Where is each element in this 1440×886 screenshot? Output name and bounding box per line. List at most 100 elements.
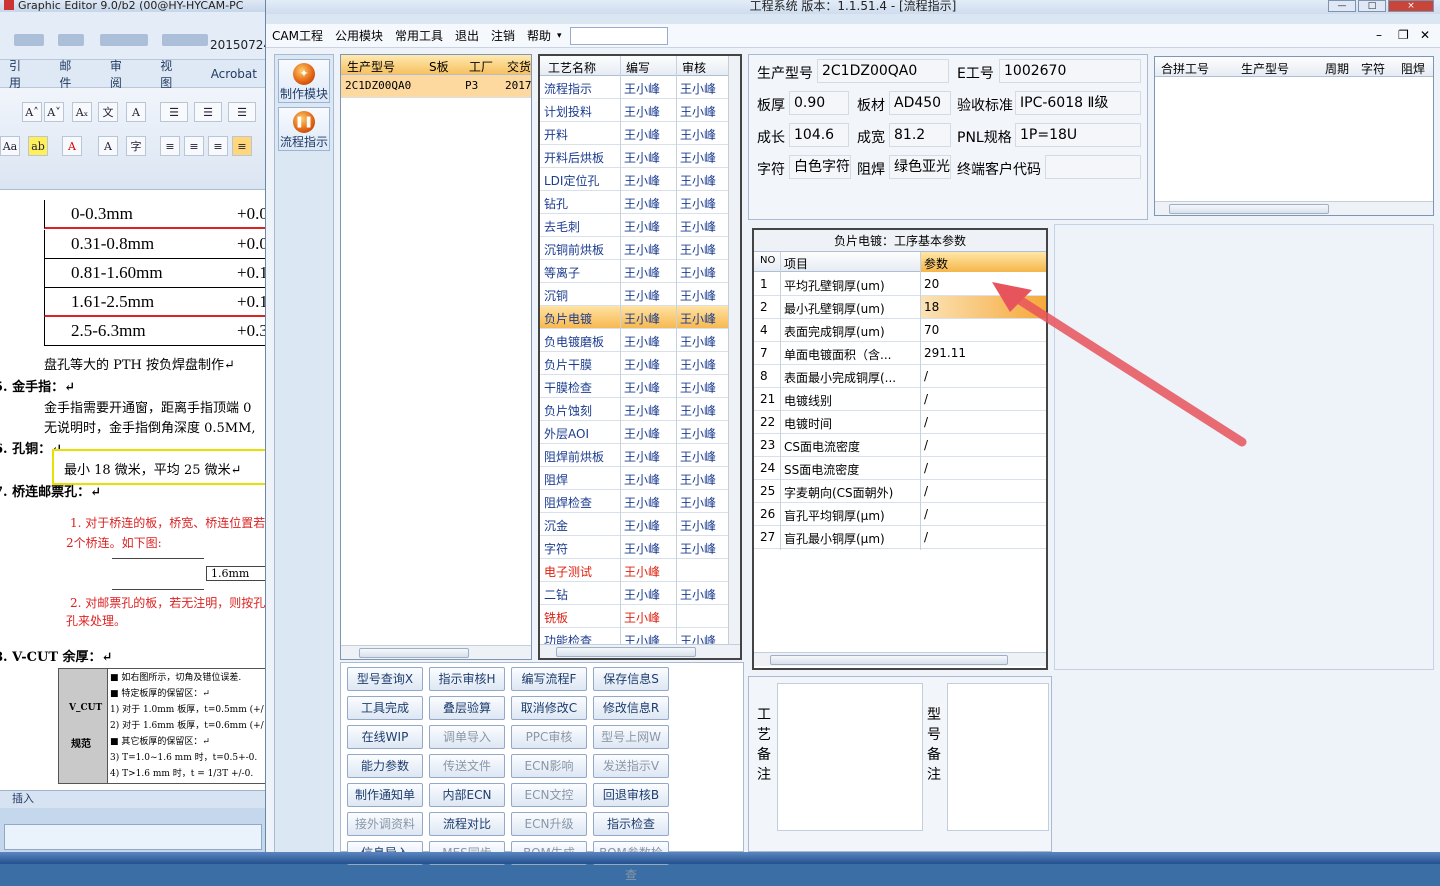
table-row[interactable]: 沉铜前烘板 王小峰 王小峰 — [540, 237, 728, 260]
word-bottom-field[interactable] — [4, 824, 262, 850]
table-row[interactable]: 27 盲孔最小铜厚(μm) / — [754, 526, 1046, 549]
col-header[interactable]: 工厂 — [469, 58, 493, 75]
col-header[interactable]: 交货 — [507, 58, 531, 75]
action-button[interactable]: 内部ECN — [429, 783, 505, 807]
action-button[interactable]: 保存信息S — [593, 667, 669, 691]
eno-field[interactable]: 1002670 — [999, 59, 1141, 83]
action-button[interactable]: 回退审核B — [593, 783, 669, 807]
phonetic-icon[interactable]: 文 — [98, 102, 118, 122]
table-row[interactable]: 沉铜 王小峰 王小峰 — [540, 283, 728, 306]
table-row[interactable]: 开料后烘板 王小峰 王小峰 — [540, 145, 728, 168]
action-button[interactable]: PPC审核 — [511, 725, 587, 749]
table-row[interactable]: 26 盲孔平均铜厚(μm) / — [754, 503, 1046, 526]
col-header[interactable]: 工艺名称 — [548, 59, 596, 76]
table-row[interactable]: 二钻 王小峰 王小峰 — [540, 582, 728, 605]
col-header[interactable]: 字符 — [1361, 60, 1385, 77]
shrink-font-icon[interactable]: A˅ — [44, 102, 64, 122]
multilevel-icon[interactable]: ☰ — [228, 102, 256, 122]
menu-cam[interactable]: CAM工程 — [266, 27, 329, 44]
enclose-char-icon[interactable]: 字 — [126, 136, 146, 156]
action-button[interactable]: 制作通知单 — [347, 783, 423, 807]
tab-review[interactable]: 审阅 — [92, 57, 142, 91]
width-field[interactable]: 81.2 — [889, 123, 951, 147]
tab-mailings[interactable]: 邮件 — [41, 57, 91, 91]
material-field[interactable]: AD450 — [889, 91, 951, 115]
col-header[interactable]: 审核 — [682, 59, 706, 76]
menu-tools[interactable]: 常用工具 — [389, 27, 449, 44]
action-button[interactable]: ECN文控 — [511, 783, 587, 807]
menu-help[interactable]: 帮助 — [521, 27, 557, 44]
insert-mode[interactable]: 插入 — [12, 792, 34, 805]
font-color-icon[interactable]: A — [62, 136, 82, 156]
action-button[interactable]: 调单导入 — [429, 725, 505, 749]
menu-common[interactable]: 公用模块 — [329, 27, 389, 44]
action-button[interactable]: 发送指示V — [593, 754, 669, 778]
action-button[interactable]: 在线WIP — [347, 725, 423, 749]
align-left-icon[interactable]: ≡ — [160, 136, 180, 156]
table-row[interactable]: 钻孔 王小峰 王小峰 — [540, 191, 728, 214]
table-row[interactable]: 计划投料 王小峰 王小峰 — [540, 99, 728, 122]
menu-logout[interactable]: 注销 — [485, 27, 521, 44]
table-row[interactable]: 负片电镀 王小峰 王小峰 — [540, 306, 728, 329]
table-row[interactable]: 外层AOI 王小峰 王小峰 — [540, 421, 728, 444]
align-right-icon[interactable]: ≡ — [208, 136, 228, 156]
action-button[interactable]: 指示检查 — [593, 812, 669, 836]
scroll-thumb[interactable] — [1169, 204, 1329, 214]
table-row[interactable]: 电子测试 王小峰 — [540, 559, 728, 582]
scroll-thumb[interactable] — [556, 647, 696, 657]
standard-field[interactable]: IPC-6018 Ⅱ级 — [1015, 91, 1141, 115]
col-header[interactable]: 参数 — [924, 255, 948, 272]
nav-make-module[interactable]: ✦ 制作模块 — [278, 59, 330, 103]
action-button[interactable]: 接外调资料 — [347, 812, 423, 836]
numbering-icon[interactable]: ☰ — [194, 102, 222, 122]
grow-font-icon[interactable]: A˄ — [22, 102, 42, 122]
table-row[interactable]: LDI定位孔 王小峰 王小峰 — [540, 168, 728, 191]
process-vscroll[interactable] — [728, 56, 740, 644]
maximize-icon[interactable]: □ — [1358, 0, 1386, 12]
table-row[interactable]: 干膜检查 王小峰 王小峰 — [540, 375, 728, 398]
action-button[interactable]: 取消修改C — [511, 696, 587, 720]
table-row[interactable]: 沉金 王小峰 王小峰 — [540, 513, 728, 536]
justify-icon[interactable]: ≡ — [232, 136, 252, 156]
col-header[interactable]: 阻焊 — [1401, 60, 1425, 77]
col-header[interactable]: 周期 — [1325, 60, 1349, 77]
table-row[interactable]: 负片蚀刻 王小峰 王小峰 — [540, 398, 728, 421]
action-button[interactable]: 型号上网W — [593, 725, 669, 749]
table-row[interactable]: 流程指示 王小峰 王小峰 — [540, 76, 728, 99]
action-button[interactable]: 流程对比 — [429, 812, 505, 836]
col-header[interactable]: NO — [760, 255, 775, 266]
process-hscroll[interactable] — [540, 644, 740, 658]
table-row[interactable]: 25 字麦朝向(CS面朝外) / — [754, 480, 1046, 503]
table-row[interactable]: 阻焊前烘板 王小峰 王小峰 — [540, 444, 728, 467]
col-header[interactable]: 生产型号 — [347, 58, 395, 75]
action-button[interactable]: ECN升级 — [511, 812, 587, 836]
process-remark-field[interactable] — [777, 683, 923, 831]
scroll-thumb[interactable] — [770, 655, 1008, 665]
action-button[interactable]: 工具完成 — [347, 696, 423, 720]
orders-hscroll[interactable] — [341, 645, 531, 659]
bullets-icon[interactable]: ☰ — [160, 102, 188, 122]
col-header[interactable]: 合拼工号 — [1161, 60, 1209, 77]
model-field[interactable]: 2C1DZ00QA0 — [817, 59, 949, 83]
action-button[interactable]: 编写流程F — [511, 667, 587, 691]
action-button[interactable]: 修改信息R — [593, 696, 669, 720]
mask-field[interactable]: 绿色亚光 — [889, 155, 951, 179]
mdi-restore-icon[interactable]: ❐ — [1398, 28, 1409, 42]
thick-field[interactable]: 0.90 — [789, 91, 849, 115]
col-header[interactable]: 生产型号 — [1241, 60, 1289, 77]
table-row[interactable]: 字符 王小峰 王小峰 — [540, 536, 728, 559]
table-row[interactable]: 铣板 王小峰 — [540, 605, 728, 628]
action-button[interactable]: 型号查询X — [347, 667, 423, 691]
table-row[interactable]: 开料 王小峰 王小峰 — [540, 122, 728, 145]
action-button[interactable]: ECN影响 — [511, 754, 587, 778]
length-field[interactable]: 104.6 — [789, 123, 849, 147]
blurred-tab[interactable] — [14, 34, 44, 46]
table-row[interactable]: 阻焊 王小峰 王小峰 — [540, 467, 728, 490]
highlight-icon[interactable]: ab — [28, 136, 48, 156]
col-header[interactable]: S板 — [429, 58, 449, 75]
params-hscroll[interactable] — [754, 652, 1046, 666]
merge-hscroll[interactable] — [1155, 201, 1433, 215]
action-button[interactable]: 叠层验算 — [429, 696, 505, 720]
table-row[interactable]: 2C1DZ00QA0 P3 2017 — [341, 75, 531, 98]
customer-code-field[interactable] — [1045, 155, 1141, 179]
